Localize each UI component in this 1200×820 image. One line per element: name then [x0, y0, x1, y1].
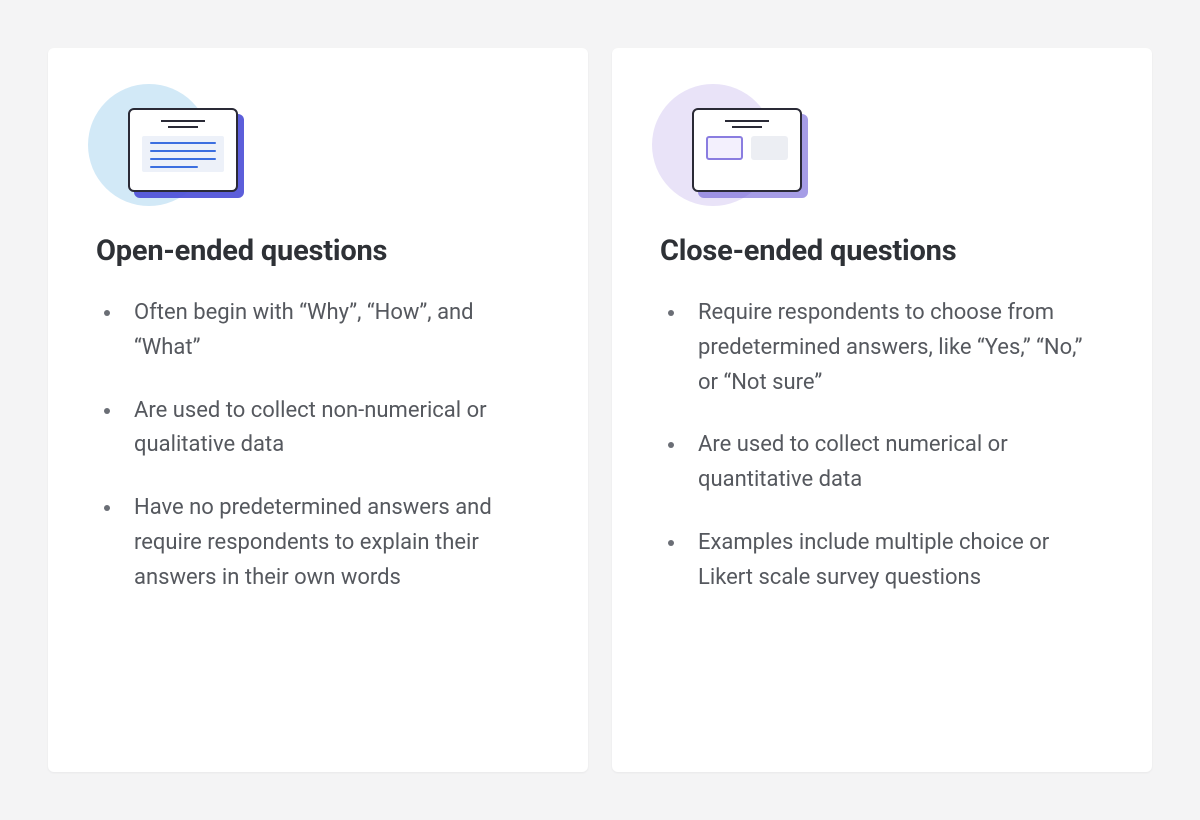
list-item: Are used to collect numerical or quantit…: [664, 428, 1104, 498]
card-close-ended: Close-ended questions Require respondent…: [612, 48, 1152, 772]
list-item: Have no predetermined answers and requir…: [100, 491, 540, 595]
list-item: Are used to collect non-numerical or qua…: [100, 394, 540, 464]
open-ended-icon: [92, 88, 232, 208]
comparison-page: Open-ended questions Often begin with “W…: [0, 0, 1200, 820]
list-item: Require respondents to choose from prede…: [664, 296, 1104, 400]
card-title: Open-ended questions: [96, 234, 540, 268]
open-ended-points-list: Often begin with “Why”, “How”, and “What…: [96, 296, 540, 595]
card-open-ended: Open-ended questions Often begin with “W…: [48, 48, 588, 772]
list-item: Often begin with “Why”, “How”, and “What…: [100, 296, 540, 366]
card-title: Close-ended questions: [660, 234, 1104, 268]
list-item: Examples include multiple choice or Like…: [664, 526, 1104, 596]
close-ended-icon: [656, 88, 796, 208]
close-ended-points-list: Require respondents to choose from prede…: [660, 296, 1104, 595]
